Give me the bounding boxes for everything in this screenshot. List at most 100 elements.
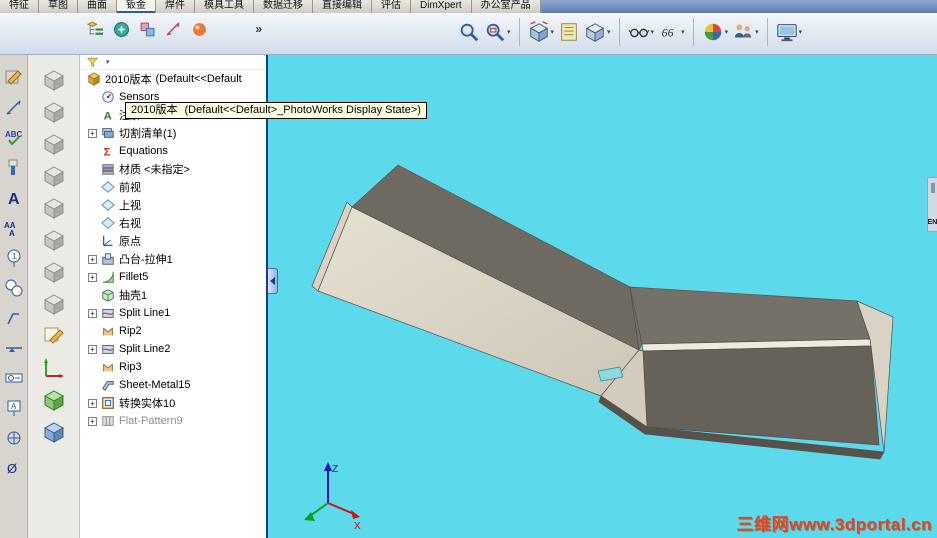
datum-target-icon[interactable] xyxy=(3,427,25,449)
commandmanager-tab-9[interactable]: 评估 xyxy=(372,0,411,13)
tree-item-6[interactable]: 前视 xyxy=(80,178,266,196)
tree-item-13[interactable]: + Split Line1 xyxy=(80,304,266,322)
part-right-top-face[interactable] xyxy=(629,286,871,345)
hide-show-items-icon[interactable]: ▾ xyxy=(626,19,657,45)
commandmanager-tab-4[interactable]: 钣金 xyxy=(117,0,156,13)
edit-appearance-icon[interactable]: ▾ xyxy=(700,19,731,45)
reference-geometry-icon[interactable] xyxy=(41,355,67,381)
revolved-cut-icon[interactable] xyxy=(41,227,67,253)
tree-item-12[interactable]: 抽壳1 xyxy=(80,286,266,304)
commandmanager-tab-2[interactable]: 草图 xyxy=(39,0,78,13)
expand-toggle-icon[interactable]: + xyxy=(88,254,97,264)
weld-symbol-icon[interactable] xyxy=(3,337,25,359)
expand-toggle-icon[interactable]: + xyxy=(88,398,97,408)
configurationmanager-tab-icon[interactable] xyxy=(138,20,156,38)
material-apply-icon[interactable] xyxy=(41,419,67,445)
view-settings-icon[interactable]: ▾ xyxy=(774,19,805,45)
displaymanager-tab-icon[interactable] xyxy=(190,20,208,38)
tree-item-15[interactable]: + Split Line2 xyxy=(80,340,266,358)
spell-check-icon[interactable]: ABC xyxy=(3,127,25,149)
lofted-boss-icon[interactable] xyxy=(41,163,67,189)
expand-toggle-icon[interactable]: + xyxy=(88,344,97,354)
tree-root-item[interactable]: 2010版本 (Default<<Default xyxy=(80,70,266,88)
balloon-icon[interactable]: 1 xyxy=(3,247,25,269)
dropdown-arrow-icon[interactable]: ▾ xyxy=(607,28,611,36)
zoom-to-fit-icon[interactable] xyxy=(456,19,482,45)
hole-callout-icon[interactable]: Ø xyxy=(3,457,25,479)
commandmanager-tab-10[interactable]: DimXpert xyxy=(411,0,472,13)
panel-collapse-tab[interactable] xyxy=(268,268,278,294)
commandmanager-tab-5[interactable]: 焊件 xyxy=(156,0,195,13)
panel-tabs-overflow[interactable]: » xyxy=(255,22,262,36)
graphics-viewport[interactable]: Z X EN 三维网www.3dportal.cn xyxy=(268,55,937,538)
commandmanager-tab-1[interactable]: 特征 xyxy=(0,0,39,13)
display-style-icon[interactable]: ▾ xyxy=(582,19,613,45)
equations-icon: Σ xyxy=(101,144,115,158)
note-icon[interactable]: A xyxy=(3,187,25,209)
tree-item-16[interactable]: Rip3 xyxy=(80,358,266,376)
commandmanager-tab-8[interactable]: 直接编辑 xyxy=(313,0,372,13)
dropdown-arrow-icon[interactable]: ▾ xyxy=(681,28,685,36)
surface-finish-icon[interactable] xyxy=(3,307,25,329)
tree-item-17[interactable]: Sheet-Metal15 xyxy=(80,376,266,394)
dropdown-arrow-icon[interactable]: ▾ xyxy=(507,28,511,36)
linear-pattern-icon[interactable] xyxy=(41,291,67,317)
magnified-selection-icon[interactable]: 66 ▾ xyxy=(656,19,687,45)
filter-dropdown-arrow-icon[interactable]: ▾ xyxy=(106,58,110,66)
tree-item-tooltip: 2010版本 (Default<<Default>_PhotoWorks Disp… xyxy=(125,102,427,119)
tree-item-14[interactable]: Rip2 xyxy=(80,322,266,340)
language-bar[interactable]: EN xyxy=(927,177,937,232)
tree-item-5[interactable]: 材质 <未指定> xyxy=(80,160,266,178)
linear-note-pattern-icon[interactable]: AA A xyxy=(3,217,25,239)
shell-icon xyxy=(101,288,115,302)
view-orientation-icon[interactable]: ▾ xyxy=(526,19,557,45)
auto-balloon-icon[interactable] xyxy=(3,277,25,299)
sketch-icon[interactable] xyxy=(3,67,25,89)
dropdown-arrow-icon[interactable]: ▾ xyxy=(651,28,655,36)
triad-x-arrow xyxy=(351,510,360,519)
revolved-boss-icon[interactable] xyxy=(41,99,67,125)
instant3d-icon[interactable] xyxy=(41,387,67,413)
commandmanager-tab-6[interactable]: 模具工具 xyxy=(195,0,254,13)
tree-item-11[interactable]: + Fillet5 xyxy=(80,268,266,286)
expand-toggle-icon[interactable]: + xyxy=(88,308,97,318)
expand-toggle-icon[interactable]: + xyxy=(88,416,97,426)
filter-funnel-icon[interactable] xyxy=(85,55,99,69)
datum-feature-icon[interactable]: A xyxy=(3,397,25,419)
extruded-boss-icon[interactable] xyxy=(41,67,67,93)
commandmanager-tab-3[interactable]: 曲面 xyxy=(78,0,117,13)
watermark-text: 三维网www.3dportal.cn xyxy=(736,515,932,534)
apply-scene-icon[interactable]: ▾ xyxy=(730,19,761,45)
features-toolbar xyxy=(28,55,80,538)
propertymanager-tab-icon[interactable] xyxy=(112,20,130,38)
section-view-icon[interactable] xyxy=(556,19,582,45)
smart-dimension-icon[interactable] xyxy=(3,97,25,119)
format-painter-icon[interactable] xyxy=(3,157,25,179)
zoom-to-area-icon[interactable]: ▾ xyxy=(482,19,513,45)
dropdown-arrow-icon[interactable]: ▾ xyxy=(755,28,759,36)
geometric-tolerance-icon[interactable] xyxy=(3,367,25,389)
tree-item-3[interactable]: + 切割清单(1) xyxy=(80,124,266,142)
extruded-cut-icon[interactable] xyxy=(41,195,67,221)
language-bar-handle[interactable] xyxy=(930,183,935,193)
dropdown-arrow-icon[interactable]: ▾ xyxy=(551,28,555,36)
dimxpertmanager-tab-icon[interactable] xyxy=(164,20,182,38)
fillet-feature-icon[interactable] xyxy=(41,259,67,285)
tree-item-18[interactable]: + 转换实体10 xyxy=(80,394,266,412)
commandmanager-tab-11[interactable]: 办公室产品 xyxy=(471,0,541,13)
swept-boss-icon[interactable] xyxy=(41,131,67,157)
tree-item-19[interactable]: + Flat-Pattern9 xyxy=(80,412,266,430)
tree-item-7[interactable]: 上视 xyxy=(80,196,266,214)
tree-item-9[interactable]: 原点 xyxy=(80,232,266,250)
commandmanager-tab-7[interactable]: 数据迁移 xyxy=(254,0,313,13)
dropdown-arrow-icon[interactable]: ▾ xyxy=(725,28,729,36)
tree-item-4[interactable]: Σ Equations xyxy=(80,142,266,160)
featuremanager-tab-icon[interactable] xyxy=(86,20,104,38)
sketch-pencil-icon[interactable] xyxy=(41,323,67,349)
expand-toggle-icon[interactable]: + xyxy=(88,128,97,138)
dropdown-arrow-icon[interactable]: ▾ xyxy=(799,28,803,36)
tree-item-8[interactable]: 右视 xyxy=(80,214,266,232)
tree-item-10[interactable]: + 凸台-拉伸1 xyxy=(80,250,266,268)
split-line-icon xyxy=(101,306,115,320)
expand-toggle-icon[interactable]: + xyxy=(88,272,97,282)
